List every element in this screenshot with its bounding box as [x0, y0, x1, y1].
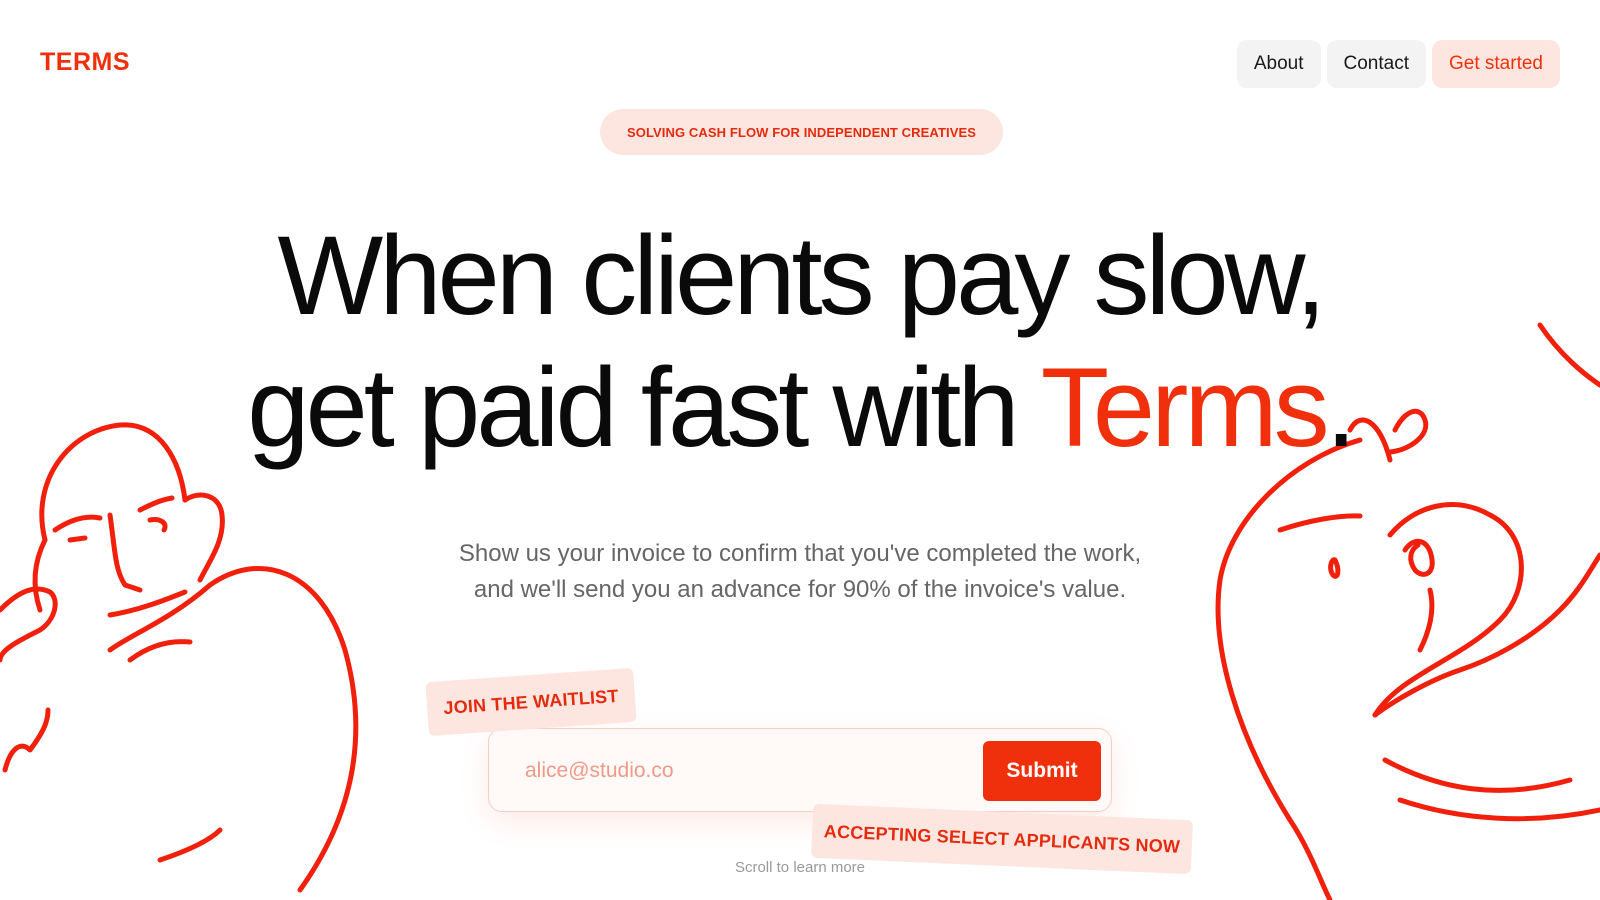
headline-line-1: When clients pay slow,	[277, 213, 1327, 338]
join-waitlist-tag: JOIN THE WAITLIST	[425, 667, 637, 737]
nav-about-button[interactable]: About	[1236, 40, 1321, 88]
brand-logo[interactable]: TERMS	[40, 48, 130, 77]
submit-button[interactable]: Submit	[983, 741, 1101, 801]
waitlist-form: Submit	[488, 728, 1112, 812]
face-doodle-left-icon	[0, 422, 359, 893]
subtitle-line-1: Show us your invoice to confirm that you…	[458, 540, 1142, 567]
landing-page: TERMS About Contact Get started SOLVING …	[0, 0, 1600, 900]
headline-brand-word: Terms	[1040, 345, 1330, 470]
top-nav: About Contact Get started	[1236, 40, 1560, 88]
headline-period: .	[1325, 345, 1357, 470]
tagline-pill: SOLVING CASH FLOW FOR INDEPENDENT CREATI…	[600, 109, 1003, 155]
email-input[interactable]	[523, 747, 967, 795]
nav-contact-button[interactable]: Contact	[1326, 40, 1426, 88]
hero-subtitle: Show us your invoice to confirm that you…	[0, 536, 1600, 608]
scroll-hint[interactable]: Scroll to learn more	[0, 859, 1600, 876]
hero-headline: When clients pay slow, get paid fast wit…	[0, 210, 1600, 474]
get-started-button[interactable]: Get started	[1432, 40, 1560, 88]
subtitle-line-2: and we'll send you an advance for 90% of…	[473, 576, 1127, 603]
headline-line-2: get paid fast with	[247, 345, 1041, 470]
